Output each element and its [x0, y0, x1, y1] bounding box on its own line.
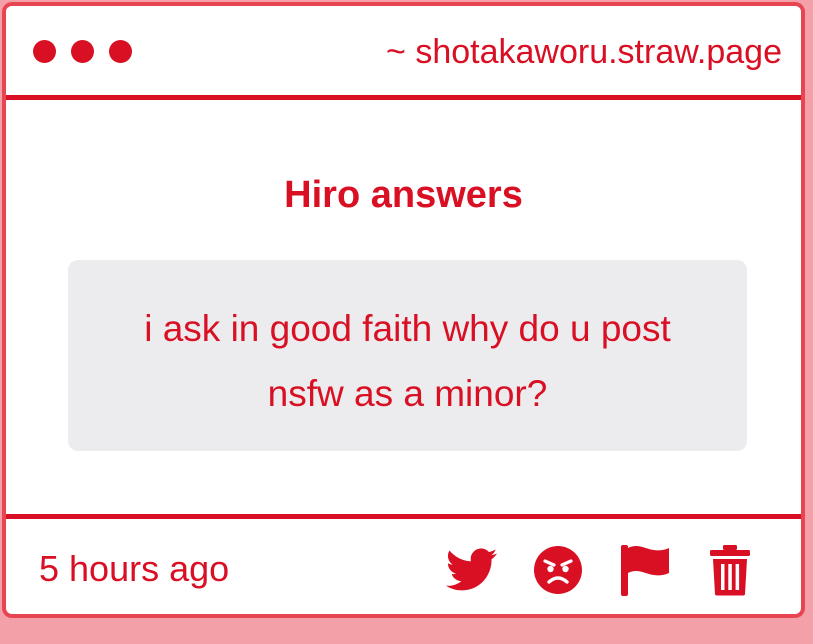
post-card-inner: ~ shotakaworu.straw.page Hiro answers i … — [6, 6, 801, 614]
question-box: i ask in good faith why do u post nsfw a… — [68, 260, 747, 451]
question-text: i ask in good faith why do u post nsfw a… — [144, 308, 671, 414]
twitter-bird-icon — [446, 548, 498, 591]
report-flag-button[interactable] — [617, 543, 671, 597]
page-url[interactable]: ~ shotakaworu.straw.page — [386, 30, 782, 74]
flag-icon — [621, 545, 669, 596]
post-actions — [445, 543, 757, 597]
window-titlebar: ~ shotakaworu.straw.page — [6, 6, 801, 97]
post-footer: 5 hours ago — [6, 519, 801, 614]
post-card: ~ shotakaworu.straw.page Hiro answers i … — [2, 2, 805, 618]
window-dot-icon — [33, 40, 56, 63]
react-angry-button[interactable] — [531, 543, 585, 597]
window-dot-icon — [109, 40, 132, 63]
window-controls — [33, 40, 132, 63]
post-timestamp: 5 hours ago — [39, 548, 230, 589]
window-dot-icon — [71, 40, 94, 63]
post-content: Hiro answers i ask in good faith why do … — [6, 100, 801, 514]
post-heading: Hiro answers — [284, 174, 523, 216]
share-twitter-button[interactable] — [445, 543, 499, 597]
angry-face-icon — [534, 546, 582, 594]
delete-button[interactable] — [703, 543, 757, 597]
trash-icon — [710, 545, 750, 596]
